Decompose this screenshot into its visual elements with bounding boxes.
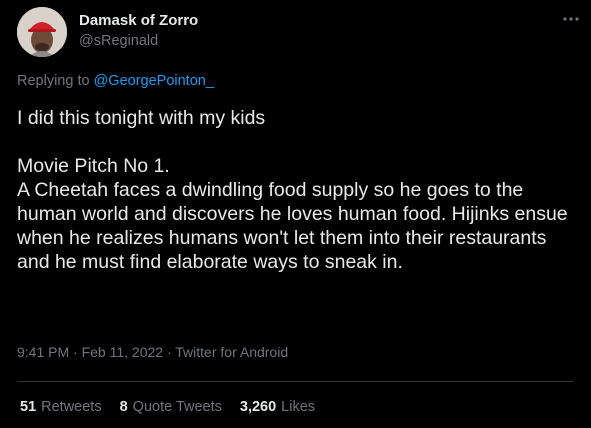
tweet-source[interactable]: Twitter for Android [175,344,288,360]
quote-tweets-label: Quote Tweets [132,399,222,415]
avatar[interactable] [17,7,67,57]
meta-separator: · [69,344,82,360]
quote-tweets-stat[interactable]: 8 Quote Tweets [120,399,222,415]
tweet-meta: 9:41 PM · Feb 11, 2022 · Twitter for And… [17,344,288,360]
tweet-line: I did this tonight with my kids [17,107,266,129]
tweet-line: Movie Pitch No 1. [17,155,170,177]
retweets-stat[interactable]: 51 Retweets [20,399,102,415]
likes-stat[interactable]: 3,260 Likes [240,399,315,415]
likes-count: 3,260 [239,399,277,415]
quote-tweets-count: 8 [119,399,128,415]
author-handle[interactable]: @sReginald [79,33,158,49]
likes-label: Likes [281,399,316,415]
tweet-stats: 51 Retweets 8 Quote Tweets 3,260 Likes [20,399,333,415]
author-display-name[interactable]: Damask of Zorro [79,12,198,29]
replying-to: Replying to @GeorgePointon_ [17,73,214,89]
tweet-line: A Cheetah faces a dwindling food supply … [17,179,568,273]
divider [17,381,574,382]
retweets-count: 51 [20,399,37,415]
replying-to-link[interactable]: @GeorgePointon_ [94,73,214,89]
replying-to-label: Replying to [17,73,94,89]
tweet-text: I did this tonight with my kids Movie Pi… [17,106,582,274]
tweet-time[interactable]: 9:41 PM [17,344,69,360]
more-horizontal-icon[interactable] [557,9,585,29]
tweet-date[interactable]: Feb 11, 2022 [82,344,163,360]
meta-separator: · [163,344,176,360]
tweet-card: Damask of Zorro @sReginald Replying to @… [0,0,591,428]
avatar-image [17,7,67,57]
retweets-label: Retweets [41,399,102,415]
